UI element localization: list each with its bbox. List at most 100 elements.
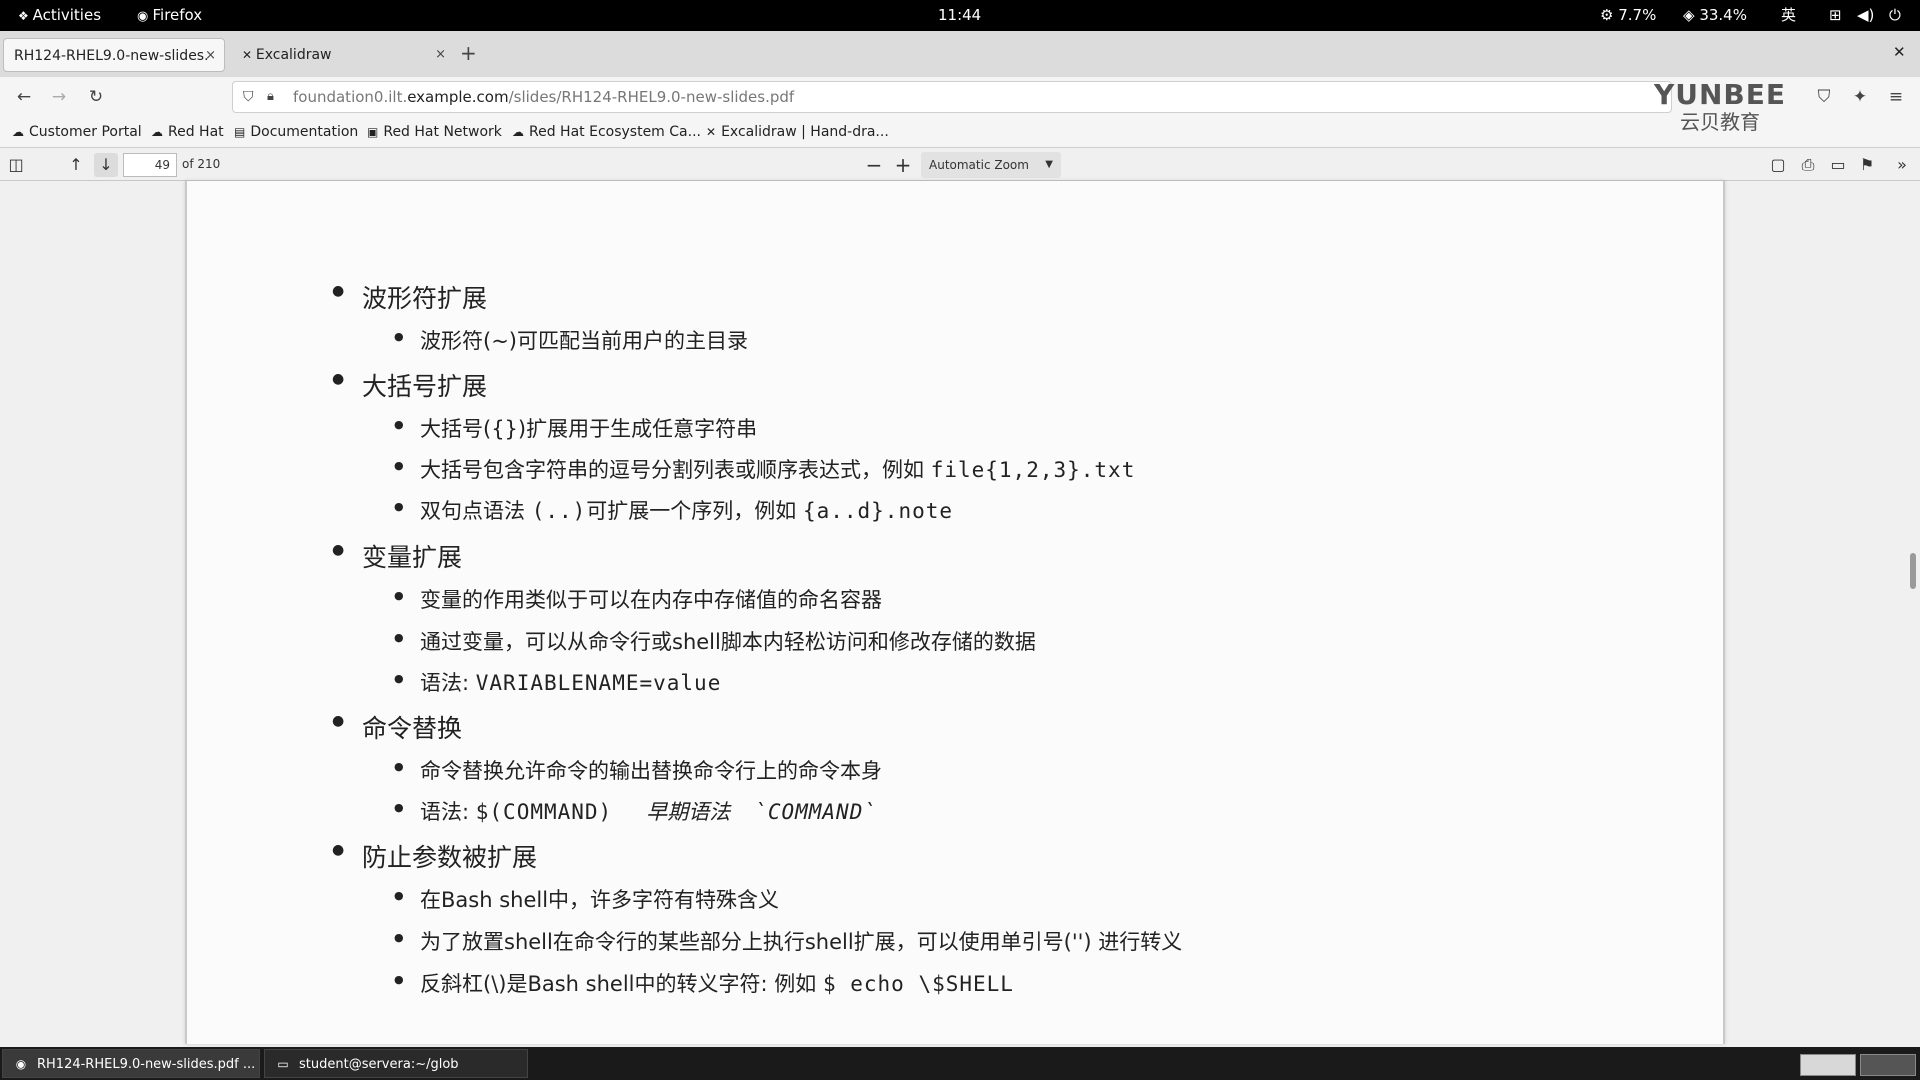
firefox-icon: ◉: [15, 1057, 27, 1071]
app-menu[interactable]: ◉ Firefox: [137, 0, 202, 31]
bullet-backslash: 反斜杠(\)是Bash shell中的转义字符: 例如 $ echo \$SHE…: [394, 968, 1014, 998]
bookmark-ecosystem-catalog[interactable]: ☁ Red Hat Ecosystem Ca...: [512, 117, 701, 147]
taskbar: ◉ RH124-RHEL9.0-new-slides.pdf ... ▭ stu…: [0, 1047, 1920, 1080]
memory-indicator[interactable]: ◈ 33.4%: [1683, 0, 1747, 31]
menu-icon[interactable]: ≡: [1884, 85, 1908, 109]
code-snippet: `COMMAND`: [754, 800, 877, 824]
code-snippet: $(COMMAND): [475, 800, 613, 824]
url-bar[interactable]: ⛉ 🔒︎ foundation0.ilt.example.com/slides/…: [232, 81, 1672, 113]
back-icon[interactable]: ←: [12, 85, 36, 109]
bookmark-customer-portal[interactable]: ☁ Customer Portal: [12, 117, 142, 147]
heading-prevent-expansion: 防止参数被扩展: [332, 838, 537, 874]
workspace-1[interactable]: [1800, 1054, 1856, 1076]
pdf-viewer[interactable]: 波形符扩展 波形符(~)可匹配当前用户的主目录 大括号扩展 大括号({})扩展用…: [0, 181, 1920, 1047]
bullet-text: 语法:: [420, 800, 476, 824]
save-icon[interactable]: ▭: [1826, 153, 1850, 177]
heading-command-substitution: 命令替换: [332, 709, 462, 745]
system-top-bar: ❖ Activities ◉ Firefox 11:44 ⚙ 7.7% ◈ 33…: [0, 0, 1920, 31]
watermark-logo: YUNBEE 云贝教育: [1640, 78, 1800, 135]
bullet-text: 双句点语法: [420, 499, 532, 523]
bullet-command-syntax: 语法: $(COMMAND) 早期语法 `COMMAND`: [394, 796, 877, 826]
bullet-text: 反斜杠(\)是Bash shell中的转义字符: 例如: [420, 972, 823, 996]
task-label: student@servera:~/glob: [299, 1057, 459, 1072]
redhat-icon: ☁: [12, 125, 24, 139]
new-tab-button[interactable]: +: [460, 41, 477, 65]
task-firefox-pdf[interactable]: ◉ RH124-RHEL9.0-new-slides.pdf ...: [2, 1049, 260, 1078]
bookmark-excalidraw[interactable]: ✕ Excalidraw | Hand-dra...: [706, 117, 889, 147]
bookmark-red-hat[interactable]: ☁ Red Hat: [151, 117, 224, 147]
bullet-command-desc: 命令替换允许命令的输出替换命令行上的命令本身: [394, 755, 882, 785]
reload-icon[interactable]: ↻: [84, 85, 108, 109]
tools-icon[interactable]: »: [1890, 153, 1914, 177]
heading-brace-expansion: 大括号扩展: [332, 367, 487, 403]
redhat-icon: ☁: [151, 125, 163, 139]
zoom-in-button[interactable]: +: [891, 153, 915, 177]
pdf-page: 波形符扩展 波形符(~)可匹配当前用户的主目录 大括号扩展 大括号({})扩展用…: [185, 181, 1725, 1044]
clock[interactable]: 11:44: [938, 0, 981, 31]
task-label: RH124-RHEL9.0-new-slides.pdf ...: [37, 1057, 256, 1072]
code-snippet: (..): [531, 499, 587, 523]
network-icon[interactable]: ⊞: [1829, 0, 1842, 31]
cpu-indicator[interactable]: ⚙ 7.7%: [1600, 0, 1656, 31]
bookmark-red-hat-network[interactable]: ▣ Red Hat Network: [367, 117, 502, 147]
network-icon: ▣: [367, 125, 379, 139]
app-name: Firefox: [152, 6, 203, 24]
vertical-scrollbar[interactable]: [1910, 553, 1916, 589]
workspace-2[interactable]: [1860, 1054, 1916, 1076]
code-snippet: $ echo \$SHELL: [822, 972, 1014, 996]
volume-icon[interactable]: ◀): [1857, 0, 1874, 31]
page-number-input[interactable]: 49: [123, 153, 177, 177]
power-icon[interactable]: ⏻: [1889, 0, 1901, 31]
bookmark-label: Red Hat: [168, 124, 224, 140]
heading-variable-expansion: 变量扩展: [332, 538, 462, 574]
extensions-icon[interactable]: ✦: [1848, 85, 1872, 109]
excalidraw-icon: ✕: [706, 125, 717, 139]
bullet-single-quotes: 为了放置shell在命令行的某些部分上执行shell扩展，可以使用单引号('')…: [394, 926, 1182, 956]
close-icon[interactable]: ×: [205, 39, 216, 71]
activities-button[interactable]: ❖ Activities: [18, 0, 101, 31]
next-page-icon[interactable]: ↓: [94, 153, 118, 177]
task-terminal[interactable]: ▭ student@servera:~/glob: [264, 1049, 528, 1078]
bookmark-documentation[interactable]: ▤ Documentation: [234, 117, 358, 147]
window-close-icon[interactable]: ✕: [1893, 43, 1906, 61]
tab-title: RH124-RHEL9.0-new-slides.: [14, 48, 209, 64]
bullet-tilde-desc: 波形符(~)可匹配当前用户的主目录: [394, 325, 748, 355]
excalidraw-icon: ✕: [242, 48, 256, 62]
zoom-out-button[interactable]: −: [862, 153, 886, 177]
pocket-icon[interactable]: ⛉: [1812, 85, 1836, 109]
bookmark-icon[interactable]: ⚑: [1855, 153, 1879, 177]
code-snippet: VARIABLENAME=value: [475, 671, 722, 695]
url-prefix: foundation0.ilt.: [293, 88, 408, 106]
redhat-icon: ☁: [512, 125, 524, 139]
tab-strip: RH124-RHEL9.0-new-slides. × ✕ Excalidraw…: [0, 31, 1920, 77]
code-snippet: {a..d}.note: [802, 499, 954, 523]
pdf-toolbar: ◫ ↑ ↓ 49 of 210 − + Automatic Zoom ▼ ▢ ⎙…: [0, 147, 1920, 181]
memory-icon: ◈: [1683, 6, 1700, 24]
bullet-brace-list: 大括号包含字符串的逗号分割列表或顺序表达式，例如 file{1,2,3}.txt: [394, 454, 1135, 484]
tab-pdf-slides[interactable]: RH124-RHEL9.0-new-slides. ×: [3, 38, 225, 72]
bookmark-label: Red Hat Network: [383, 124, 502, 140]
gnome-foot-icon: ❖: [18, 9, 33, 23]
bookmark-label: Documentation: [250, 124, 359, 140]
sidebar-toggle-icon[interactable]: ◫: [4, 153, 28, 177]
firefox-icon: ◉: [137, 9, 153, 24]
bullet-variable-desc: 变量的作用类似于可以在内存中存储值的命名容器: [394, 584, 882, 614]
forward-icon[interactable]: →: [47, 85, 71, 109]
input-method-indicator[interactable]: 英: [1781, 0, 1796, 31]
bullet-variable-access: 通过变量，可以从命令行或shell脚本内轻松访问和修改存储的数据: [394, 626, 1036, 656]
activities-label: Activities: [32, 6, 102, 24]
terminal-icon: ▭: [277, 1057, 289, 1071]
bullet-variable-syntax: 语法: VARIABLENAME=value: [394, 667, 722, 697]
shield-icon[interactable]: ⛉: [243, 82, 254, 112]
bullet-brace-desc: 大括号({})扩展用于生成任意字符串: [394, 413, 757, 443]
navigation-bar: ← → ↻ ⛉ 🔒︎ foundation0.ilt.example.com/s…: [0, 77, 1920, 117]
watermark-text-en: YUNBEE: [1653, 78, 1787, 111]
lock-icon[interactable]: 🔒︎: [267, 82, 274, 112]
print-icon[interactable]: ⎙: [1796, 153, 1820, 177]
previous-page-icon[interactable]: ↑: [64, 153, 88, 177]
zoom-select[interactable]: Automatic Zoom ▼: [921, 152, 1061, 178]
presentation-mode-icon[interactable]: ▢: [1766, 153, 1790, 177]
tab-excalidraw[interactable]: ✕ Excalidraw ×: [232, 38, 454, 72]
close-icon[interactable]: ×: [435, 38, 446, 72]
cpu-icon: ⚙: [1600, 6, 1619, 24]
